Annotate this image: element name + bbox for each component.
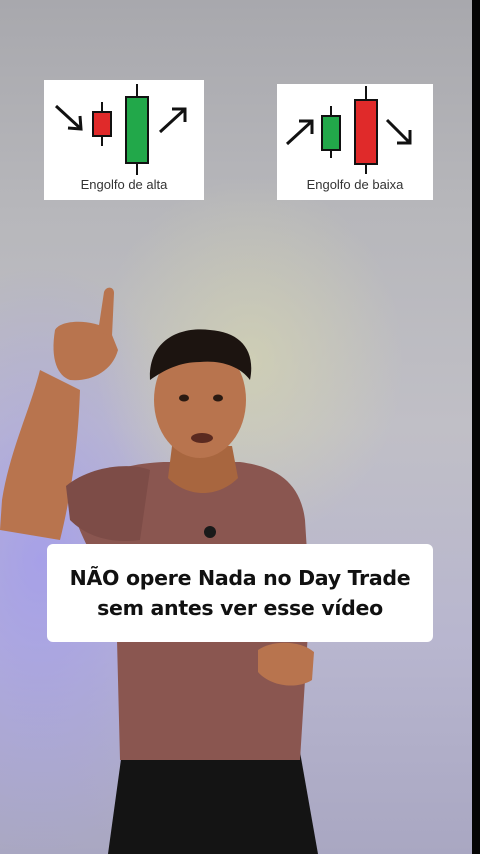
mouth (191, 433, 213, 443)
pants (108, 752, 318, 854)
right-eye (213, 394, 223, 402)
video-frame: Engolfo de alta Engolfo de baixa NÃO ope… (0, 0, 472, 854)
left-sleeve (66, 466, 150, 542)
caption-banner: NÃO opere Nada no Day Trade sem antes ve… (47, 544, 433, 642)
caption-line-2: sem antes ver esse vídeo (97, 596, 383, 620)
lapel-microphone (204, 526, 216, 538)
presenter-figure (0, 287, 318, 854)
caption-line-1: NÃO opere Nada no Day Trade (69, 566, 411, 590)
left-eye (179, 394, 189, 402)
right-edge-bar (472, 0, 480, 854)
pointing-finger (98, 287, 114, 336)
raised-arm (0, 370, 80, 540)
